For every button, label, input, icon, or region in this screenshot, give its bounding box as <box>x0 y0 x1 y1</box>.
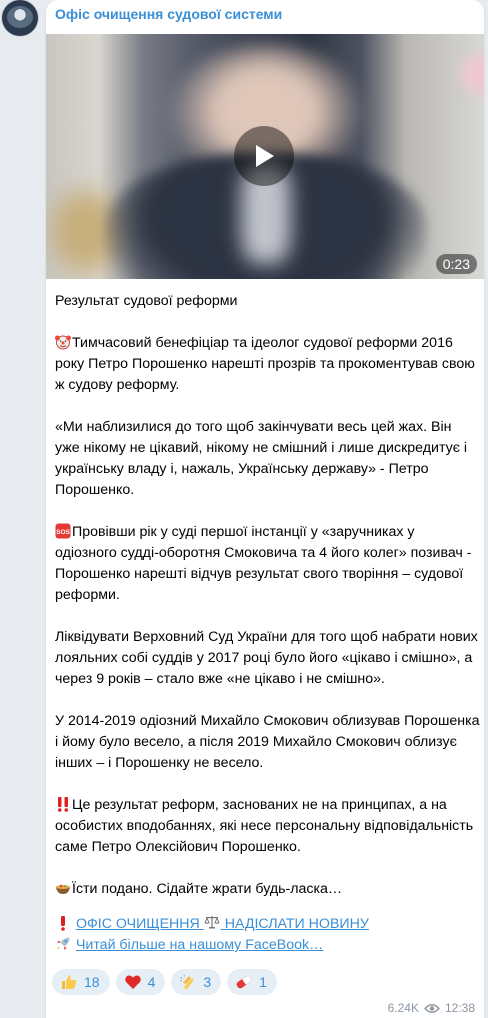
post-paragraph-5: У 2014-2019 одіозний Михайло Смокович об… <box>55 713 480 771</box>
channel-name[interactable]: Офіс очищення судової системи <box>55 6 282 22</box>
facebook-link[interactable]: Читай більше на нашому FaceBook… <box>76 937 323 953</box>
reaction-clapping-hands[interactable]: 3 <box>171 969 222 995</box>
post-title: Результат судової реформи <box>55 293 238 309</box>
exclamation-icon <box>61 916 65 931</box>
message-meta: 6.24K 12:38 <box>388 1001 475 1015</box>
video-duration: 0:23 <box>435 254 477 274</box>
clown-face-icon <box>55 335 71 350</box>
reaction-pill[interactable]: 1 <box>227 969 277 995</box>
play-icon <box>256 145 274 167</box>
reactions-bar: 18 4 3 1 <box>52 969 277 995</box>
facebook-line: Читай більше на нашому FaceBook… <box>55 935 480 956</box>
clapping-hands-icon <box>180 974 194 989</box>
food-bowl-icon <box>56 884 70 894</box>
play-button[interactable] <box>234 126 294 186</box>
rocket-icon <box>57 937 70 950</box>
reaction-count: 3 <box>203 974 212 990</box>
post-text-3: Провівши рік у суді першої інстанції у «… <box>55 524 472 603</box>
video-player[interactable]: 0:23 <box>46 34 484 279</box>
message-time: 12:38 <box>444 1001 475 1015</box>
views-count: 6.24K <box>387 1001 419 1015</box>
send-news-text: НАДІСЛАТИ НОВИНУ <box>224 916 369 932</box>
post-paragraph-2: «Ми наблизилися до того щоб закінчувати … <box>55 419 468 498</box>
message-bubble: Офіс очищення судової системи 0:23 Резул… <box>46 0 484 1018</box>
post-paragraph-1: Тимчасовий бенефіціар та ідеолог судової… <box>55 333 480 396</box>
eye-icon <box>424 1003 440 1013</box>
post-text-1: Тимчасовий бенефіціар та ідеолог судової… <box>55 335 475 393</box>
thumbs-up-icon <box>62 975 77 989</box>
office-link-text: ОФІС ОЧИЩЕННЯ <box>75 916 200 932</box>
post-text-6: Це результат реформ, заснованих не на пр… <box>55 797 474 855</box>
scales-icon <box>204 916 220 929</box>
pill-icon <box>236 975 252 989</box>
double-exclamation-icon <box>57 797 69 812</box>
reaction-count: 1 <box>259 974 267 990</box>
message-text: Результат судової реформи Тимчасовий бен… <box>55 291 480 956</box>
send-news-line: ОФІС ОЧИЩЕННЯ НАДІСЛАТИ НОВИНУ <box>55 914 480 935</box>
heart-icon <box>124 975 141 989</box>
svg-text:SOS: SOS <box>56 529 70 536</box>
channel-avatar[interactable] <box>2 0 38 36</box>
reaction-count: 4 <box>147 974 156 990</box>
post-paragraph-3: SOS Провівши рік у суді першої інстанції … <box>55 522 480 606</box>
post-paragraph-4: Ліквідувати Верховний Суд України для то… <box>55 629 478 687</box>
reaction-count: 18 <box>84 974 100 990</box>
reaction-thumbs-up[interactable]: 18 <box>52 969 110 995</box>
sos-icon: SOS <box>55 523 71 539</box>
reaction-heart[interactable]: 4 <box>115 969 166 995</box>
post-paragraph-7: Їсти подано. Сідайте жрати будь-ласка… <box>55 879 480 900</box>
send-news-link[interactable]: ОФІС ОЧИЩЕННЯ НАДІСЛАТИ НОВИНУ <box>76 916 369 932</box>
post-text-7: Їсти подано. Сідайте жрати будь-ласка… <box>72 881 343 897</box>
post-paragraph-6: Це результат реформ, заснованих не на пр… <box>55 795 480 858</box>
